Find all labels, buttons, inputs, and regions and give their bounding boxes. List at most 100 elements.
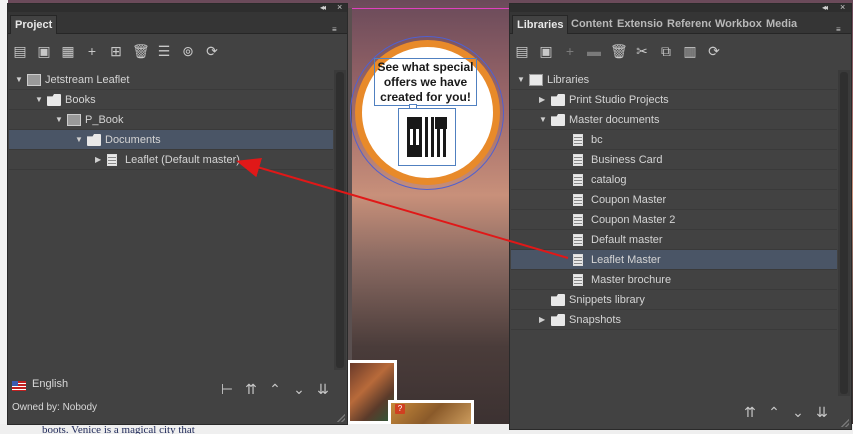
- move-down-icon[interactable]: ⌄: [790, 404, 806, 420]
- add-icon[interactable]: +: [84, 43, 100, 59]
- cut-icon[interactable]: ✂: [634, 43, 650, 59]
- ad-offer-text[interactable]: See what special offers we have created …: [374, 58, 477, 106]
- folder-icon: [87, 134, 101, 146]
- add-folder-icon[interactable]: ⊞: [108, 43, 124, 59]
- open-icon[interactable]: ▤: [514, 43, 530, 59]
- project-scrollbar[interactable]: [334, 70, 346, 370]
- copy-icon[interactable]: ⧉: [658, 43, 674, 59]
- expand-closed-icon[interactable]: ▶: [539, 90, 549, 110]
- scroll-thumb[interactable]: [840, 72, 848, 394]
- tab-extension[interactable]: Extension: [613, 15, 663, 34]
- tree-row[interactable]: Business Card: [511, 150, 837, 170]
- tree-item-label: Coupon Master: [591, 194, 667, 206]
- expand-open-icon[interactable]: ▼: [35, 90, 45, 110]
- tree-row[interactable]: Coupon Master 2: [511, 210, 837, 230]
- tree-item-label: Leaflet (Default master): [125, 154, 240, 166]
- tree-row[interactable]: ▼ Documents: [9, 130, 333, 150]
- close-icon[interactable]: ×: [840, 2, 848, 12]
- expand-closed-icon[interactable]: ▶: [539, 310, 549, 330]
- tree-row[interactable]: ▼ Master documents: [511, 110, 837, 130]
- tab-bar: ≡ LibrariesContentExtensionReferenceWork…: [510, 12, 851, 34]
- move-top-icon[interactable]: ⇈: [742, 404, 758, 420]
- collapse-icon[interactable]: ◂◂: [320, 3, 326, 12]
- tree-row[interactable]: catalog: [511, 170, 837, 190]
- save-as-icon[interactable]: ▦: [60, 43, 76, 59]
- tab-project[interactable]: Project: [10, 15, 58, 34]
- tree-row[interactable]: Coupon Master: [511, 190, 837, 210]
- expand-open-icon[interactable]: ▼: [517, 70, 527, 90]
- refresh-icon[interactable]: ⟳: [204, 43, 220, 59]
- tree-row[interactable]: ▼ Libraries: [511, 70, 837, 90]
- tab-workbox[interactable]: Workbox: [711, 15, 766, 34]
- book-icon: [27, 74, 41, 86]
- qr-code-icon: [407, 117, 447, 157]
- scroll-thumb[interactable]: [336, 72, 344, 368]
- tree-row[interactable]: Master brochure: [511, 270, 837, 290]
- tab-content[interactable]: Content: [567, 15, 617, 34]
- doc-icon: [573, 274, 583, 286]
- tree-row[interactable]: ▼ Books: [9, 90, 333, 110]
- expand-closed-icon[interactable]: ▶: [95, 150, 105, 170]
- tree-item-label: Coupon Master 2: [591, 214, 676, 226]
- libraries-tree: ▼ Libraries ▶ Print Studio Projects ▼ Master …: [511, 70, 837, 330]
- check-icon[interactable]: ⊚: [180, 43, 196, 59]
- save-icon[interactable]: ▣: [36, 43, 52, 59]
- panel-titlebar[interactable]: ◂◂ ×: [8, 2, 347, 12]
- open-icon[interactable]: ▤: [12, 43, 28, 59]
- tab-media[interactable]: Media: [762, 15, 801, 34]
- tree-item-label: Business Card: [591, 154, 663, 166]
- tree-item-label: Leaflet Master: [591, 254, 661, 266]
- move-up-icon[interactable]: ⌃: [766, 404, 782, 420]
- missing-link-badge: ?: [395, 404, 405, 414]
- doc-icon: [573, 154, 583, 166]
- folder-icon: [551, 314, 565, 326]
- properties-icon[interactable]: ☰: [156, 43, 172, 59]
- libraries-scrollbar[interactable]: [838, 70, 850, 396]
- add-icon[interactable]: +: [562, 43, 578, 59]
- panel-menu-icon[interactable]: ≡: [836, 25, 848, 35]
- collapse-icon[interactable]: ◂◂: [822, 3, 828, 12]
- folder-icon: [47, 94, 61, 106]
- close-icon[interactable]: ×: [337, 2, 345, 12]
- paste-icon[interactable]: ▥: [682, 43, 698, 59]
- tree-item-label: Documents: [105, 134, 161, 146]
- panel-menu-icon[interactable]: ≡: [332, 25, 344, 35]
- book-icon: [67, 114, 81, 126]
- body-text[interactable]: boots. Venice is a magical city that: [42, 424, 302, 434]
- tree-row[interactable]: Default master: [511, 230, 837, 250]
- expand-open-icon[interactable]: ▼: [15, 70, 25, 90]
- move-up-icon[interactable]: ⌃: [267, 381, 283, 397]
- resize-grip-icon[interactable]: [337, 414, 345, 422]
- refresh-icon[interactable]: ⟳: [706, 43, 722, 59]
- move-bottom-icon[interactable]: ⇊: [315, 381, 331, 397]
- expand-open-icon[interactable]: ▼: [55, 110, 65, 130]
- move-bottom-icon[interactable]: ⇊: [814, 404, 830, 420]
- save-icon[interactable]: ▣: [538, 43, 554, 59]
- panel-titlebar[interactable]: ◂◂ ×: [510, 2, 851, 12]
- tree-row[interactable]: ▶ Snapshots: [511, 310, 837, 330]
- move-top-icon[interactable]: ⇈: [243, 381, 259, 397]
- tab-bar: Project ≡: [8, 12, 347, 34]
- tree-row[interactable]: ▶ Leaflet (Default master): [9, 150, 333, 170]
- tree-row[interactable]: Snippets library: [511, 290, 837, 310]
- tree-item-label: catalog: [591, 174, 627, 186]
- tree-row[interactable]: ▼ Jetstream Leaflet: [9, 70, 333, 90]
- delete-icon[interactable]: 🗑: [610, 43, 628, 59]
- folder-icon: [551, 94, 565, 106]
- tree-item-label: Master documents: [569, 114, 660, 126]
- language-label[interactable]: English: [32, 378, 68, 390]
- structure-icon[interactable]: ⊢: [219, 381, 235, 397]
- tab-libraries[interactable]: Libraries: [512, 15, 569, 34]
- tree-row[interactable]: bc: [511, 130, 837, 150]
- tab-reference[interactable]: Reference: [663, 15, 711, 34]
- tree-row[interactable]: Leaflet Master: [511, 250, 837, 270]
- expand-open-icon[interactable]: ▼: [75, 130, 85, 150]
- delete-icon[interactable]: 🗑: [132, 43, 150, 59]
- resize-grip-icon[interactable]: [841, 419, 849, 427]
- new-folder-icon[interactable]: ▬: [586, 43, 602, 59]
- frame-handle[interactable]: [409, 104, 417, 109]
- move-down-icon[interactable]: ⌄: [291, 381, 307, 397]
- tree-row[interactable]: ▶ Print Studio Projects: [511, 90, 837, 110]
- expand-open-icon[interactable]: ▼: [539, 110, 549, 130]
- tree-row[interactable]: ▼ P_Book: [9, 110, 333, 130]
